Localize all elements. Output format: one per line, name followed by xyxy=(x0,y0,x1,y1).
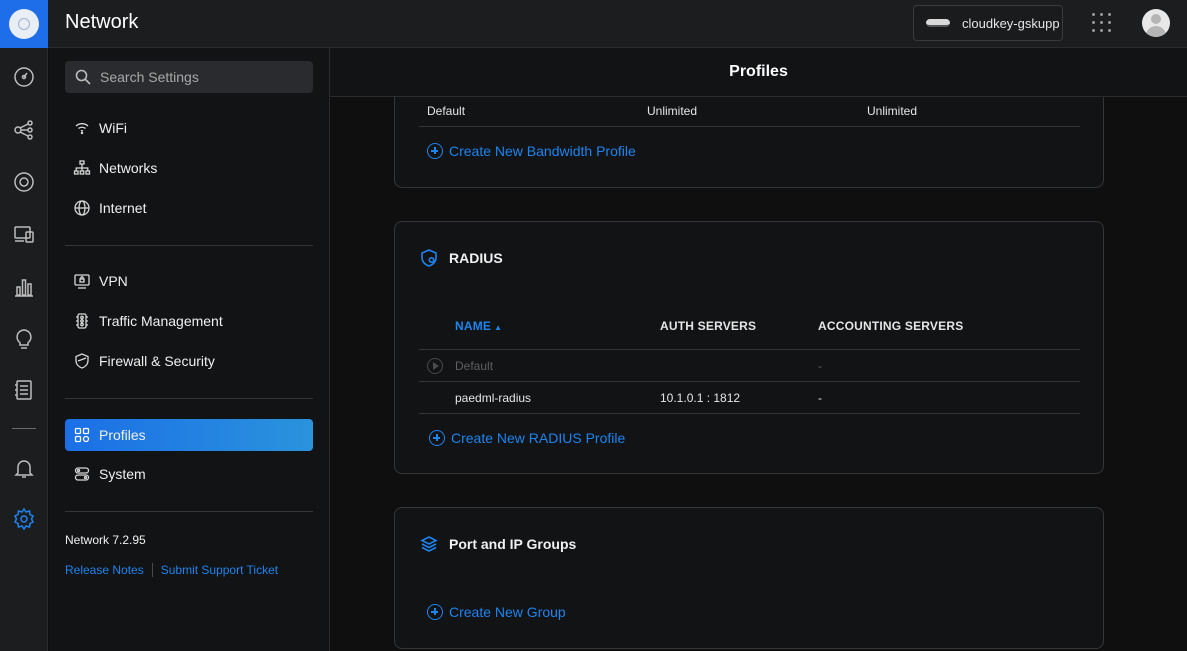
logs-icon[interactable] xyxy=(11,377,37,403)
rail-divider xyxy=(12,428,36,429)
groups-title-label: Port and IP Groups xyxy=(449,536,577,552)
radius-acct: - xyxy=(818,359,822,373)
globe-icon xyxy=(74,200,90,216)
table-row[interactable]: Default - xyxy=(419,350,1080,382)
radius-name: paedml-radius xyxy=(455,391,532,405)
plus-circle-icon xyxy=(429,430,445,446)
networks-icon xyxy=(73,160,91,175)
sidebar-separator xyxy=(65,398,313,399)
sidebar-item-system[interactable]: System xyxy=(65,458,313,490)
support-ticket-link[interactable]: Submit Support Ticket xyxy=(161,563,278,577)
radius-name: Default xyxy=(455,359,494,373)
console-name: cloudkey-gskupp xyxy=(962,15,1060,31)
sidebar-item-label: VPN xyxy=(99,273,128,289)
sidebar-separator xyxy=(65,511,313,512)
radius-title: RADIUS xyxy=(419,248,503,268)
sidebar-item-networks[interactable]: Networks xyxy=(65,152,313,184)
main-content: Profiles Default Unlimited Unlimited Cre… xyxy=(330,48,1187,651)
bandwidth-name: Default xyxy=(427,104,466,118)
clients-icon[interactable] xyxy=(11,221,37,247)
release-notes-link[interactable]: Release Notes xyxy=(65,563,144,577)
plus-circle-icon xyxy=(427,143,443,159)
vpn-icon xyxy=(74,274,90,289)
settings-sidebar: WiFi Networks Internet VPN Traffic Manag… xyxy=(49,48,330,651)
sidebar-item-label: Firewall & Security xyxy=(99,353,215,369)
devices-icon[interactable] xyxy=(11,169,37,195)
groups-title: Port and IP Groups xyxy=(419,534,576,554)
topology-icon[interactable] xyxy=(11,117,37,143)
plus-circle-icon xyxy=(427,604,443,620)
radius-shield-icon xyxy=(421,249,437,267)
shield-icon xyxy=(75,353,89,369)
sidebar-item-vpn[interactable]: VPN xyxy=(65,265,313,297)
console-selector[interactable]: cloudkey-gskupp xyxy=(913,5,1063,41)
table-row[interactable]: Default Unlimited Unlimited xyxy=(419,95,1080,127)
create-group-label: Create New Group xyxy=(449,604,566,620)
sidebar-item-traffic-management[interactable]: Traffic Management xyxy=(65,305,313,337)
table-row[interactable]: paedml-radius 10.1.0.1 : 1812 - xyxy=(419,382,1080,414)
sidebar-separator xyxy=(65,245,313,246)
ubiquiti-logo[interactable] xyxy=(0,0,48,48)
port-ip-groups-card: Port and IP Groups Create New Group xyxy=(394,507,1104,649)
radius-auth: 10.1.0.1 : 1812 xyxy=(660,391,741,405)
radius-card: RADIUS NAME ▲ AUTH SERVERS ACCOUNTING SER… xyxy=(394,221,1104,474)
traffic-icon xyxy=(76,313,88,329)
table-header-divider xyxy=(419,318,1080,350)
sidebar-item-label: Networks xyxy=(99,160,158,176)
sidebar-item-wifi[interactable]: WiFi xyxy=(65,112,313,144)
layers-icon xyxy=(420,536,438,552)
create-radius-label: Create New RADIUS Profile xyxy=(451,430,626,446)
create-group-button[interactable]: Create New Group xyxy=(427,604,566,620)
sidebar-item-label: System xyxy=(99,466,146,482)
statistics-icon[interactable] xyxy=(11,274,37,300)
app-title: Network xyxy=(65,11,139,33)
apps-grid-icon[interactable] xyxy=(1092,13,1112,33)
sidebar-item-label: Traffic Management xyxy=(99,313,223,329)
top-bar: Network cloudkey-gskupp xyxy=(48,0,1187,48)
cloudkey-device-icon xyxy=(926,19,950,27)
page-title: Profiles xyxy=(330,48,1187,97)
sidebar-item-label: Profiles xyxy=(99,427,146,443)
dashboard-icon[interactable] xyxy=(11,64,37,90)
search-input[interactable] xyxy=(100,69,300,85)
avatar[interactable] xyxy=(1142,9,1170,37)
profiles-icon xyxy=(74,427,90,443)
create-bandwidth-label: Create New Bandwidth Profile xyxy=(449,143,636,159)
default-indicator-icon xyxy=(427,358,443,374)
app-rail xyxy=(0,0,48,651)
wifi-icon xyxy=(75,123,89,135)
radius-title-label: RADIUS xyxy=(449,250,503,266)
system-icon xyxy=(74,467,90,481)
sidebar-item-firewall-security[interactable]: Firewall & Security xyxy=(65,345,313,377)
app-version: Network 7.2.95 xyxy=(65,533,146,547)
search-box[interactable] xyxy=(65,61,313,93)
bandwidth-download: Unlimited xyxy=(647,104,698,118)
create-radius-profile-button[interactable]: Create New RADIUS Profile xyxy=(429,430,625,446)
gear-icon[interactable] xyxy=(11,506,37,532)
link-divider xyxy=(151,563,153,577)
sidebar-item-label: Internet xyxy=(99,200,147,216)
bandwidth-upload: Unlimited xyxy=(867,104,918,118)
sidebar-item-profiles[interactable]: Profiles xyxy=(65,419,313,451)
radius-acct: - xyxy=(818,391,822,405)
insights-icon[interactable] xyxy=(11,326,37,352)
create-bandwidth-profile-button[interactable]: Create New Bandwidth Profile xyxy=(427,143,636,159)
search-icon xyxy=(75,69,91,85)
footer-links: Release Notes Submit Support Ticket xyxy=(65,563,278,577)
sidebar-item-label: WiFi xyxy=(99,120,127,136)
bell-icon[interactable] xyxy=(11,455,37,481)
sidebar-item-internet[interactable]: Internet xyxy=(65,192,313,224)
